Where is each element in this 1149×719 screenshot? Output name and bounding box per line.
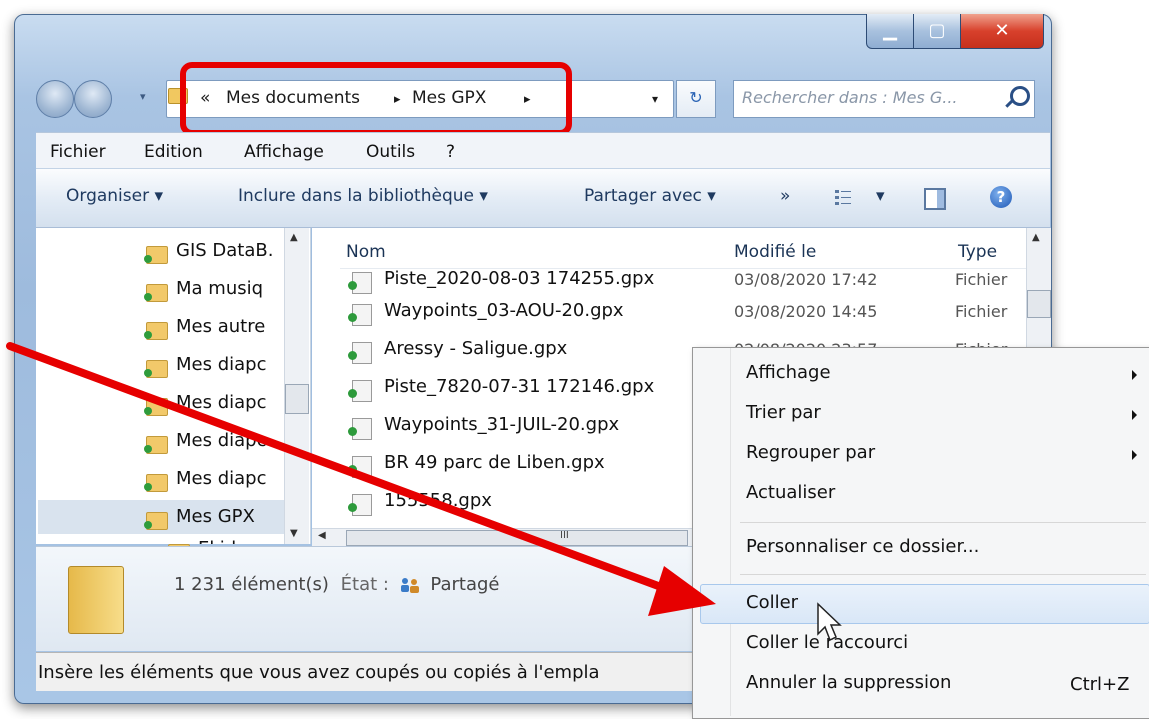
view-dropdown-icon[interactable]: ▾	[876, 186, 885, 206]
gpx-file-icon	[348, 272, 372, 294]
share-with-button[interactable]: Partager avec ▾	[584, 186, 716, 206]
folder-icon	[144, 360, 168, 378]
submenu-arrow-icon	[1132, 410, 1137, 420]
back-button[interactable]	[36, 80, 74, 118]
folder-icon	[144, 284, 168, 302]
file-date: 03/08/2020 14:45	[734, 302, 878, 321]
menu-outils[interactable]: Outils	[366, 142, 415, 162]
details-summary: 1 231 élément(s) État : Partagé	[174, 574, 500, 595]
tree-item[interactable]: Mes diapc	[176, 468, 266, 489]
column-header-name[interactable]: Nom	[346, 242, 386, 262]
gpx-file-icon	[348, 304, 372, 326]
folder-icon	[144, 512, 168, 530]
tree-scroll-down-icon[interactable]: ▼	[290, 528, 298, 539]
context-menu-item[interactable]: Actualiser	[746, 482, 835, 503]
file-type: Fichier	[955, 270, 1008, 289]
tree-item[interactable]: Ma musiq	[176, 278, 263, 299]
tree-item[interactable]: Mes GPX	[176, 506, 255, 527]
status-text: Insère les éléments que vous avez coupés…	[38, 662, 600, 683]
folder-icon	[144, 246, 168, 264]
shared-users-icon	[400, 578, 419, 593]
gpx-file-icon	[348, 380, 372, 402]
close-icon: ✕	[994, 20, 1010, 41]
scroll-grip-icon: III	[560, 530, 569, 541]
menu-help[interactable]: ?	[446, 142, 455, 162]
folder-icon	[144, 322, 168, 340]
tree-item[interactable]: Mes diapc	[176, 430, 266, 451]
state-value: Partagé	[430, 574, 500, 595]
tree-item[interactable]: Ekiden	[198, 538, 259, 544]
context-menu-item[interactable]: Coller le raccourci	[746, 632, 908, 653]
tree-item[interactable]: Mes diapc	[176, 392, 266, 413]
folder-icon	[144, 474, 168, 492]
context-menu-item[interactable]: Annuler la suppression	[746, 672, 951, 693]
gpx-file-icon	[348, 418, 372, 440]
search-placeholder: Rechercher dans : Mes G...	[742, 88, 958, 107]
file-vertical-thumb[interactable]	[1027, 290, 1051, 318]
help-icon[interactable]: ?	[990, 186, 1012, 208]
title-bar[interactable]: ▁ ▢ ✕	[14, 14, 1050, 54]
include-library-button[interactable]: Inclure dans la bibliothèque ▾	[238, 186, 488, 206]
context-menu-separator	[740, 522, 1146, 523]
menu-fichier[interactable]: Fichier	[50, 142, 106, 162]
refresh-button[interactable]: ↻	[676, 80, 716, 118]
maximize-icon: ▢	[928, 20, 946, 41]
search-icon[interactable]	[1010, 86, 1030, 106]
file-scroll-up-icon[interactable]: ▲	[1032, 232, 1040, 243]
context-menu-item[interactable]: Affichage	[746, 362, 831, 383]
tree-scroll-up-icon[interactable]: ▲	[290, 232, 298, 243]
tree-item[interactable]: Mes diapc	[176, 354, 266, 375]
context-menu-item[interactable]: Personnaliser ce dossier...	[746, 536, 979, 557]
minimize-button[interactable]: ▁	[866, 14, 914, 49]
undo-shortcut: Ctrl+Z	[1070, 674, 1130, 695]
file-name[interactable]: Aressy - Saligue.gpx	[384, 338, 567, 359]
preview-pane-icon[interactable]	[924, 188, 946, 210]
file-horizontal-thumb[interactable]	[346, 530, 688, 546]
menu-edition[interactable]: Edition	[144, 142, 203, 162]
folder-large-icon	[68, 566, 124, 634]
file-type: Fichier	[955, 302, 1008, 321]
file-name[interactable]: BR 49 parc de Liben.gpx	[384, 452, 605, 473]
folder-icon	[144, 398, 168, 416]
file-scroll-left-icon[interactable]: ◀	[318, 530, 326, 541]
organiser-button[interactable]: Organiser ▾	[66, 186, 163, 206]
tree-item[interactable]: GIS DataB.	[176, 240, 273, 261]
context-menu-item[interactable]: Coller	[746, 592, 798, 613]
menu-affichage[interactable]: Affichage	[244, 142, 324, 162]
gpx-file-icon	[348, 342, 372, 364]
view-options-icon[interactable]	[834, 188, 852, 206]
file-name[interactable]: Waypoints_31-JUIL-20.gpx	[384, 414, 619, 435]
recent-pages-dropdown[interactable]: ▾	[140, 90, 152, 106]
gpx-file-icon	[348, 494, 372, 516]
item-count: 1 231 élément(s)	[174, 574, 329, 595]
file-date: 03/08/2020 17:42	[734, 270, 878, 289]
tree-item[interactable]: Mes autre	[176, 316, 265, 337]
column-header-type[interactable]: Type	[958, 242, 997, 262]
tree-scroll-thumb[interactable]	[285, 384, 309, 414]
folder-icon	[144, 436, 168, 454]
more-commands-button[interactable]: »	[780, 186, 790, 206]
submenu-arrow-icon	[1132, 450, 1137, 460]
file-name[interactable]: Piste_2020-08-03 174255.gpx	[384, 268, 654, 289]
state-label: État :	[340, 574, 389, 595]
command-bar	[36, 168, 1050, 228]
close-button[interactable]: ✕	[960, 14, 1044, 49]
file-name[interactable]: 155558.gpx	[384, 490, 492, 511]
context-menu-gutter	[730, 348, 731, 716]
file-name[interactable]: Piste_7820-07-31 172146.gpx	[384, 376, 654, 397]
context-menu-item[interactable]: Trier par	[746, 402, 821, 423]
address-dropdown-icon[interactable]: ▾	[652, 92, 658, 106]
file-name[interactable]: Waypoints_03-AOU-20.gpx	[384, 300, 624, 321]
forward-button[interactable]	[74, 80, 112, 118]
maximize-button[interactable]: ▢	[913, 14, 961, 49]
address-highlight	[180, 62, 572, 136]
column-header-modified[interactable]: Modifié le	[734, 242, 816, 262]
submenu-arrow-icon	[1132, 370, 1137, 380]
navigation-pane	[36, 228, 311, 544]
context-menu-separator	[740, 574, 1146, 575]
minimize-icon: ▁	[883, 20, 897, 41]
context-menu-item[interactable]: Regrouper par	[746, 442, 875, 463]
gpx-file-icon	[348, 456, 372, 478]
